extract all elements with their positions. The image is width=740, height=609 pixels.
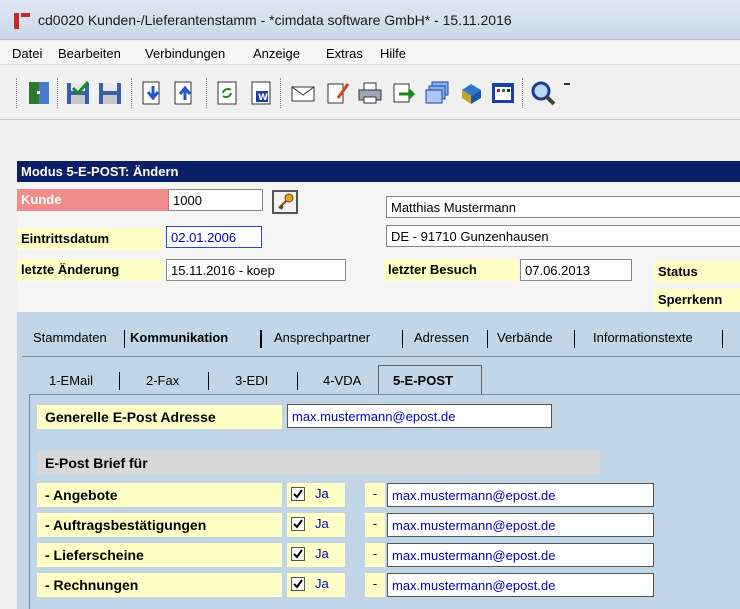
lieferscheine-email-field[interactable]: max.mustermann@epost.de	[387, 543, 654, 567]
tab-divider	[208, 372, 209, 390]
menu-extras[interactable]: Extras	[326, 46, 363, 61]
subtab-edi[interactable]: 3-EDI	[235, 373, 268, 388]
status-label: Status	[654, 261, 740, 283]
auftragsbestaetigungen-label: - Auftragsbestätigungen	[37, 513, 282, 537]
angebote-checkbox-label: Ja	[315, 486, 329, 501]
toolbar-separator	[206, 78, 208, 108]
menu-verbindungen[interactable]: Verbindungen	[145, 46, 225, 61]
angebote-email-field[interactable]: max.mustermann@epost.de	[387, 483, 654, 507]
angebote-label: - Angebote	[37, 483, 282, 507]
arrow-up-icon[interactable]	[170, 78, 200, 108]
refresh-icon[interactable]	[212, 78, 242, 108]
sperrkennzeichen-label: Sperrkenn	[654, 289, 740, 311]
printer-icon[interactable]	[355, 78, 385, 108]
tab-informationstexte[interactable]: Informationstexte	[593, 330, 693, 345]
calculator-icon[interactable]	[488, 78, 518, 108]
subtab-vda[interactable]: 4-VDA	[323, 373, 361, 388]
book-icon[interactable]	[456, 78, 486, 108]
lieferscheine-checkbox[interactable]	[291, 547, 305, 561]
lieferscheine-toggle[interactable]: Ja	[287, 543, 345, 567]
tab-divider	[487, 330, 488, 348]
auftragsbestaetigungen-checkbox-label: Ja	[315, 516, 329, 531]
tab-divider	[574, 330, 575, 348]
menu-hilfe[interactable]: Hilfe	[380, 46, 406, 61]
search-icon[interactable]	[528, 78, 558, 108]
save-check-icon[interactable]	[63, 78, 93, 108]
kunde-field[interactable]: 1000	[168, 189, 263, 211]
angebote-checkbox[interactable]	[291, 487, 305, 501]
tab-divider	[260, 330, 262, 348]
tab-verbaende[interactable]: Verbände	[497, 330, 553, 345]
general-epost-label: Generelle E-Post Adresse	[37, 405, 282, 429]
angebote-dash: -	[365, 483, 385, 507]
lieferscheine-checkbox-label: Ja	[315, 546, 329, 561]
toolbar-separator	[280, 78, 282, 108]
name-field[interactable]: Matthias Mustermann	[386, 196, 740, 218]
tab-divider	[402, 330, 403, 348]
tab-kommunikation[interactable]: Kommunikation	[130, 330, 228, 345]
rechnungen-checkbox[interactable]	[291, 577, 305, 591]
address-field[interactable]: DE - 91710 Gunzenhausen	[386, 225, 740, 247]
menu-bearbeiten[interactable]: Bearbeiten	[58, 46, 121, 61]
toolbar-overflow-icon[interactable]	[562, 78, 572, 108]
save-icon[interactable]	[95, 78, 125, 108]
exit-icon[interactable]	[24, 78, 54, 108]
letzter-besuch-label: letzter Besuch	[384, 259, 518, 281]
auftragsbestaetigungen-email-field[interactable]: max.mustermann@epost.de	[387, 513, 654, 537]
letzter-besuch-field: 07.06.2013	[520, 259, 632, 281]
auftragsbestaetigungen-toggle[interactable]: Ja	[287, 513, 345, 537]
window-title: cd0020 Kunden-/Lieferantenstamm - *cimda…	[38, 12, 512, 28]
toolbar: W	[0, 66, 740, 120]
rechnungen-email-field[interactable]: max.mustermann@epost.de	[387, 573, 654, 597]
tab-adressen[interactable]: Adressen	[414, 330, 469, 345]
tab-underline	[22, 356, 740, 357]
lieferscheine-dash: -	[365, 543, 385, 567]
arrow-down-icon[interactable]	[138, 78, 168, 108]
toolbar-separator	[57, 78, 59, 108]
tab-stammdaten[interactable]: Stammdaten	[33, 330, 107, 345]
subtab-epost[interactable]: 5-E-POST	[393, 373, 453, 388]
toolbar-separator	[522, 78, 524, 108]
eintrittsdatum-field[interactable]: 02.01.2006	[166, 226, 262, 248]
angebote-toggle[interactable]: Ja	[287, 483, 345, 507]
rechnungen-dash: -	[365, 573, 385, 597]
app-icon	[14, 13, 30, 29]
auftragsbestaetigungen-checkbox[interactable]	[291, 517, 305, 531]
letzte-aenderung-field: 15.11.2016 - koep	[166, 259, 346, 281]
epost-section-title: E-Post Brief für	[37, 451, 600, 475]
svg-text:W: W	[258, 93, 268, 103]
eintrittsdatum-label: Eintrittsdatum	[17, 228, 163, 250]
mode-title: Modus 5-E-POST: Ändern	[17, 161, 740, 182]
tab-divider	[297, 372, 298, 390]
envelope-icon[interactable]	[288, 78, 318, 108]
tab-ansprechpartner[interactable]: Ansprechpartner	[274, 330, 370, 345]
lieferscheine-label: - Lieferscheine	[37, 543, 282, 567]
auftragsbestaetigungen-dash: -	[365, 513, 385, 537]
letzte-aenderung-label: letzte Änderung	[17, 259, 163, 281]
subtab-email[interactable]: 1-EMail	[49, 373, 93, 388]
rechnungen-toggle[interactable]: Ja	[287, 573, 345, 597]
rechnungen-checkbox-label: Ja	[315, 576, 329, 591]
menu-datei[interactable]: Datei	[12, 46, 42, 61]
transfer-icon[interactable]	[389, 78, 419, 108]
tab-divider	[124, 330, 125, 348]
tab-divider	[722, 330, 723, 348]
rechnungen-label: - Rechnungen	[37, 573, 282, 597]
tab-divider	[119, 372, 120, 390]
key-icon[interactable]	[272, 190, 298, 214]
edit-document-icon[interactable]	[322, 78, 352, 108]
kunde-label: Kunde	[17, 189, 168, 211]
subtab-fax[interactable]: 2-Fax	[146, 373, 179, 388]
spacer-band	[0, 121, 740, 161]
toolbar-separator	[131, 78, 133, 108]
menu-anzeige[interactable]: Anzeige	[253, 46, 300, 61]
menu-bar: Datei Bearbeiten Verbindungen Anzeige Ex…	[0, 41, 740, 65]
title-bar: cd0020 Kunden-/Lieferantenstamm - *cimda…	[0, 0, 740, 40]
windows-icon[interactable]	[422, 78, 452, 108]
general-epost-field[interactable]: max.mustermann@epost.de	[287, 404, 552, 428]
toolbar-separator	[16, 78, 18, 108]
word-icon[interactable]: W	[246, 78, 276, 108]
